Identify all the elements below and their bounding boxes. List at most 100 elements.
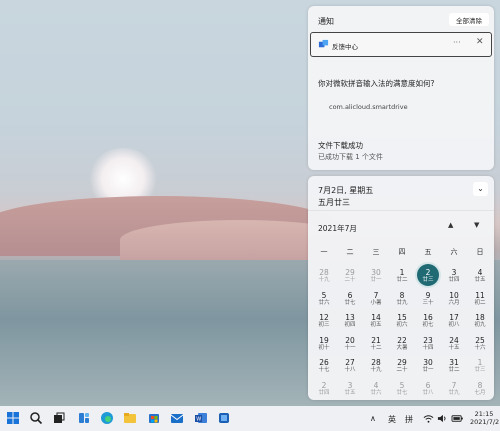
calendar-day[interactable]: 8 廿九 [389, 288, 415, 310]
calendar-day[interactable]: 16 初七 [415, 310, 441, 332]
lunar-date: 廿七 [396, 389, 408, 396]
day-number: 5 [321, 290, 327, 300]
calendar-day[interactable]: 3 廿五 [337, 378, 363, 400]
calendar-day[interactable]: 26 十七 [311, 355, 337, 377]
lunar-date: 廿六 [318, 299, 330, 306]
battery-icon[interactable] [451, 413, 464, 424]
close-icon[interactable]: ✕ [476, 37, 484, 47]
lunar-date: 大暑 [396, 344, 408, 351]
lunar-date: 初四 [344, 322, 356, 328]
calendar-day[interactable]: 19 初十 [311, 333, 337, 355]
clear-all-button[interactable]: 全部清除 [449, 13, 489, 26]
lunar-date: 廿六 [370, 389, 382, 396]
calendar-day[interactable]: 20 十一 [337, 333, 363, 355]
next-month-button[interactable]: ▼ [474, 221, 479, 229]
system-clock[interactable]: 21:15 2021/7/2 [470, 410, 499, 426]
calendar-day[interactable]: 25 十六 [467, 333, 493, 355]
calendar-day[interactable]: 23 十四 [415, 333, 441, 355]
calendar-day[interactable]: 28 十九 [363, 355, 389, 377]
task-view-icon[interactable] [52, 411, 66, 425]
weekday-label: 四 [398, 248, 406, 256]
app-icon[interactable] [217, 411, 231, 425]
more-options-icon[interactable]: ··· [453, 38, 461, 47]
day-number: 23 [423, 335, 433, 345]
calendar-day[interactable]: 15 初六 [389, 310, 415, 332]
calendar-day-today[interactable]: 2 廿三 [415, 264, 441, 287]
day-number: 29 [397, 358, 407, 367]
calendar-day[interactable]: 14 初五 [363, 310, 389, 332]
calendar-day[interactable]: 28 十九 [311, 265, 337, 287]
day-number: 13 [345, 313, 355, 322]
calendar-day[interactable]: 4 廿五 [467, 265, 493, 287]
day-number: 7 [373, 290, 379, 300]
calendar-day[interactable]: 2 廿四 [311, 378, 337, 400]
calendar-day[interactable]: 29 二十 [337, 265, 363, 287]
notification-center: 通知 全部清除 反馈中心 ··· ✕ 你对微软拼音输入法的满意度如何? com.… [308, 6, 494, 170]
calendar-day[interactable]: 6 廿七 [337, 288, 363, 310]
lunar-date: 十六 [474, 344, 486, 351]
search-icon[interactable] [29, 411, 43, 425]
notification-app-name: 反馈中心 [332, 43, 358, 51]
calendar-day[interactable]: 5 廿六 [311, 288, 337, 310]
day-number: 6 [347, 290, 353, 300]
calendar-day[interactable]: 12 初三 [311, 310, 337, 332]
file-explorer-icon[interactable] [123, 411, 137, 425]
calendar-day[interactable]: 6 廿八 [415, 378, 441, 400]
previous-month-button[interactable]: ▲ [448, 221, 453, 229]
day-number: 12 [319, 313, 329, 322]
calendar-day[interactable]: 30 廿一 [415, 355, 441, 377]
word-icon[interactable]: W [194, 411, 208, 425]
day-number: 18 [475, 313, 485, 322]
calendar-day[interactable]: 10 六月 [441, 288, 467, 310]
calendar-day[interactable]: 30 廿一 [363, 265, 389, 287]
calendar-day[interactable]: 4 廿六 [363, 378, 389, 400]
input-mode-indicator[interactable]: 拼 [405, 414, 413, 425]
volume-icon[interactable] [437, 413, 448, 424]
calendar-day[interactable]: 18 初九 [467, 310, 493, 332]
download-notification-title[interactable]: 文件下载成功 [318, 140, 363, 151]
calendar-day[interactable]: 11 初二 [467, 288, 493, 310]
collapse-calendar-button[interactable]: ⌄ [473, 182, 488, 196]
calendar-day[interactable]: 31 廿二 [441, 355, 467, 377]
calendar-day[interactable]: 7 廿九 [441, 378, 467, 400]
lunar-date: 廿八 [422, 389, 434, 396]
day-number: 4 [373, 380, 379, 390]
calendar-day[interactable]: 3 廿四 [441, 265, 467, 287]
day-number: 5 [399, 380, 405, 390]
widgets-icon[interactable] [77, 411, 91, 425]
lunar-date: 廿五 [474, 277, 486, 283]
notification-app-header[interactable]: 反馈中心 ··· ✕ [310, 32, 492, 57]
windows-start-icon[interactable] [6, 411, 20, 425]
calendar-day[interactable]: 22 大暑 [389, 333, 415, 355]
notification-message[interactable]: 你对微软拼音输入法的满意度如何? [318, 78, 434, 89]
clock-time: 21:15 [474, 410, 494, 418]
calendar-day[interactable]: 29 二十 [389, 355, 415, 377]
calendar-day[interactable]: 7 小暑 [363, 288, 389, 310]
calendar-full-date[interactable]: 7月2日, 星期五 [318, 185, 373, 196]
calendar-day[interactable]: 9 三十 [415, 288, 441, 310]
show-hidden-icons-button[interactable]: ∧ [370, 414, 376, 423]
calendar-day[interactable]: 5 廿七 [389, 378, 415, 400]
calendar-day[interactable]: 1 廿三 [467, 355, 493, 377]
lunar-date: 初二 [474, 299, 486, 306]
calendar-day[interactable]: 1 廿二 [389, 265, 415, 287]
calendar-day[interactable]: 21 十二 [363, 333, 389, 355]
calendar-day[interactable]: 24 十五 [441, 333, 467, 355]
day-number: 8 [477, 380, 483, 390]
calendar-month-title[interactable]: 2021年7月 [318, 223, 357, 234]
input-language-indicator[interactable]: 英 [388, 414, 396, 425]
wifi-icon[interactable] [423, 413, 434, 424]
notification-source: com.alicloud.smartdrive [329, 103, 408, 111]
store-icon[interactable] [147, 411, 161, 425]
weekday-label: 二 [346, 248, 354, 256]
lunar-date: 廿二 [396, 277, 408, 283]
day-number: 25 [475, 335, 485, 345]
calendar-day[interactable]: 27 十八 [337, 355, 363, 377]
calendar-day[interactable]: 13 初四 [337, 310, 363, 332]
edge-browser-icon[interactable] [100, 411, 114, 425]
mail-icon[interactable] [170, 411, 184, 425]
lunar-date: 廿一 [422, 367, 434, 373]
calendar-day[interactable]: 17 初八 [441, 310, 467, 332]
calendar-day[interactable]: 8 七月 [467, 378, 493, 400]
svg-text:W: W [196, 417, 201, 423]
